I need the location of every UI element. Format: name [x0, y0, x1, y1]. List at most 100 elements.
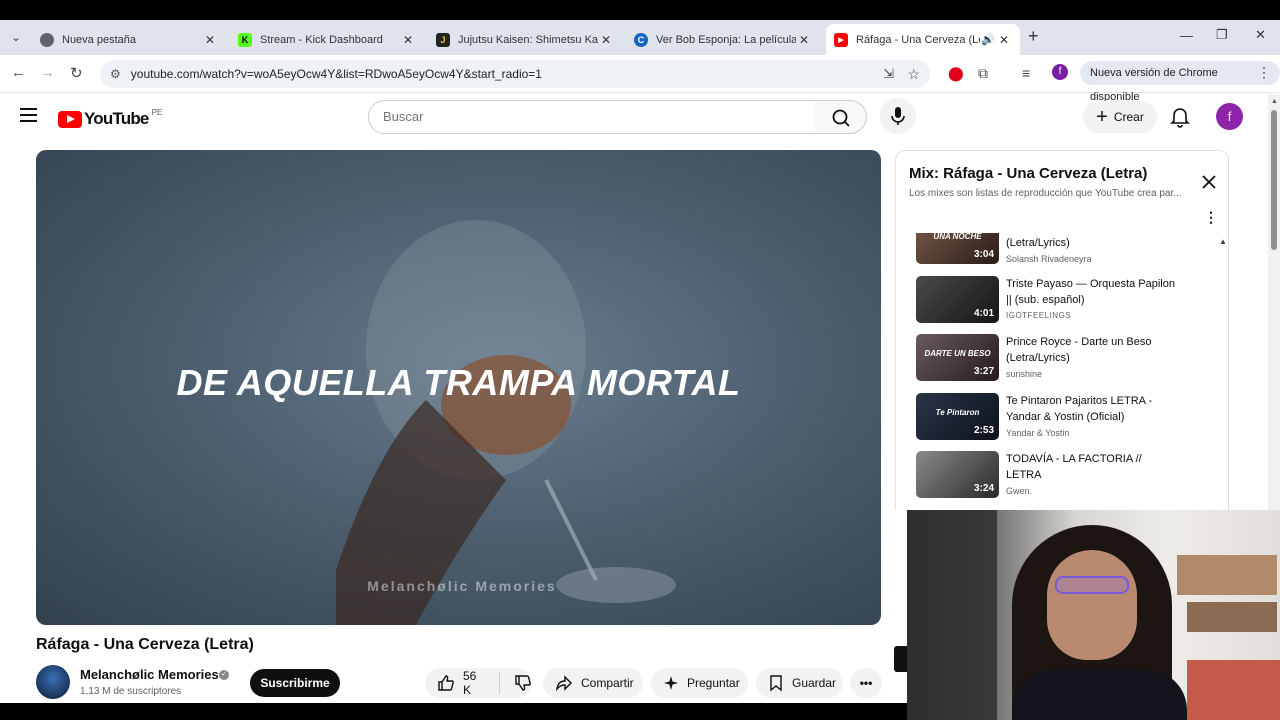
- tab-title: Jujutsu Kaisen: Shimetsu Kaiyuu: [458, 33, 598, 46]
- extensions-puzzle-icon[interactable]: ⧉: [978, 65, 988, 82]
- playlist-item[interactable]: Te Pintaron 2:53 Te Pintaron Pajaritos L…: [916, 393, 1216, 443]
- screen-bottom-bar: [0, 703, 907, 720]
- scrollbar-thumb[interactable]: [1271, 110, 1277, 250]
- mix-playlist-panel: Mix: Ráfaga - Una Cerveza (Letra) Los mi…: [895, 150, 1229, 510]
- scroll-up-icon[interactable]: ▲: [1271, 98, 1278, 105]
- subscribe-button[interactable]: Suscribirme: [250, 669, 340, 697]
- overlay-edge: [894, 646, 907, 672]
- video-title[interactable]: (Letra/Lyrics): [1006, 235, 1176, 251]
- webcam-bookshelf: [1177, 555, 1277, 595]
- like-button[interactable]: 56 K: [425, 668, 532, 698]
- playlist-more-icon[interactable]: ⋮: [1204, 209, 1218, 226]
- save-label: Guardar: [792, 676, 837, 690]
- webcam-bed: [1187, 660, 1280, 720]
- close-playlist-icon[interactable]: [1198, 171, 1220, 198]
- video-thumbnail[interactable]: Te Pintaron 2:53: [916, 393, 999, 440]
- playlist-item[interactable]: 3:24 TODAVÍA - LA FACTORIA // LETRA Gwen…: [916, 451, 1216, 501]
- install-app-icon[interactable]: ⇲: [883, 66, 894, 82]
- more-actions-button[interactable]: •••: [850, 668, 882, 698]
- video-duration: 2:53: [973, 425, 994, 436]
- tab-title: Ver Bob Esponja: La película Or: [656, 33, 796, 46]
- video-artist: sunshine: [1006, 369, 1043, 379]
- browser-profile-avatar[interactable]: f: [1052, 64, 1068, 80]
- tab-close-icon[interactable]: ✕: [202, 33, 218, 47]
- more-horizontal-icon: •••: [859, 676, 873, 690]
- account-avatar[interactable]: f: [1216, 103, 1243, 130]
- channel-avatar[interactable]: [36, 665, 70, 699]
- bookmark-star-icon[interactable]: ☆: [907, 66, 920, 83]
- video-title[interactable]: Te Pintaron Pajaritos LETRA - Yandar & Y…: [1006, 393, 1176, 425]
- search-input[interactable]: Buscar: [368, 100, 816, 134]
- site-favicon-icon: J: [436, 32, 450, 47]
- video-thumbnail[interactable]: UNA NOCHE 3:04: [916, 233, 999, 264]
- reload-icon[interactable]: ↻: [70, 64, 83, 82]
- create-button[interactable]: + Crear: [1083, 101, 1157, 133]
- webcam-person-shirt: [1012, 670, 1187, 720]
- video-duration: 3:24: [973, 483, 994, 494]
- search-button[interactable]: [815, 100, 867, 134]
- youtube-play-icon: [58, 110, 82, 128]
- tab-jujutsu-kaisen[interactable]: J Jujutsu Kaisen: Shimetsu Kaiyuu ✕: [428, 24, 622, 55]
- video-artist: Yandar & Yostin: [1006, 428, 1070, 438]
- menu-hamburger-icon[interactable]: [20, 108, 37, 122]
- channel-name[interactable]: Melanchølic Memories: [80, 667, 219, 682]
- video-title[interactable]: Prince Royce - Darte un Beso (Letra/Lyri…: [1006, 334, 1176, 366]
- ask-button[interactable]: Preguntar: [651, 668, 748, 698]
- new-tab-plus-icon[interactable]: +: [1028, 26, 1039, 47]
- address-bar[interactable]: ⚙ youtube.com/watch?v=woA5eyOcw4Y&list=R…: [100, 60, 930, 88]
- plus-icon: +: [1096, 106, 1108, 128]
- forward-arrow-icon[interactable]: →: [40, 64, 55, 81]
- voice-search-button[interactable]: [880, 98, 916, 134]
- chrome-icon: [40, 32, 54, 47]
- thumbs-up-icon: [438, 675, 454, 691]
- tab-close-icon[interactable]: ✕: [598, 33, 614, 47]
- thumbs-down-icon[interactable]: [514, 674, 532, 692]
- site-favicon-icon: C: [634, 32, 648, 47]
- country-code: PE: [151, 107, 163, 117]
- restore-icon[interactable]: ❐: [1216, 27, 1228, 43]
- share-arrow-icon: [555, 675, 572, 692]
- tab-youtube-active[interactable]: ▶ Ráfaga - Una Cerveza (Letra) 🔊 ✕: [826, 24, 1020, 55]
- playlist-items: UNA NOCHE 3:04 (Letra/Lyrics) Solansh Ri…: [896, 233, 1228, 510]
- tab-bob-esponja[interactable]: C Ver Bob Esponja: La película Or ✕: [626, 24, 820, 55]
- video-watermark: Melanchølic Memories: [367, 578, 557, 594]
- like-count: 56 K: [463, 669, 477, 697]
- screen-top-bar: [0, 0, 1280, 20]
- media-controls-icon[interactable]: ≡: [1022, 65, 1030, 81]
- playlist-item[interactable]: DARTE UN BESO 3:27 Prince Royce - Darte …: [916, 334, 1216, 384]
- tab-audio-icon[interactable]: 🔊: [980, 33, 996, 46]
- tab-close-icon[interactable]: ✕: [400, 33, 416, 47]
- playlist-item[interactable]: 4:01 Triste Payaso — Orquesta Papilon ||…: [916, 276, 1216, 326]
- bookmark-icon: [770, 675, 782, 692]
- youtube-logo[interactable]: YouTube PE: [58, 107, 163, 129]
- share-button[interactable]: Compartir: [543, 668, 643, 698]
- save-button[interactable]: Guardar: [756, 668, 843, 698]
- tab-title: Ráfaga - Una Cerveza (Letra): [856, 33, 980, 46]
- notifications-bell-icon[interactable]: [1170, 106, 1190, 133]
- thumbnail-text: Te Pintaron: [935, 408, 980, 417]
- video-thumbnail[interactable]: DARTE UN BESO 3:27: [916, 334, 999, 381]
- tab-kick-dashboard[interactable]: K Stream - Kick Dashboard ✕: [230, 24, 424, 55]
- tab-close-icon[interactable]: ✕: [796, 33, 812, 47]
- video-thumbnail[interactable]: 3:24: [916, 451, 999, 498]
- window-close-icon[interactable]: ✕: [1255, 27, 1266, 43]
- video-title[interactable]: TODAVÍA - LA FACTORIA // LETRA: [1006, 451, 1176, 483]
- video-artist: Gwen.: [1006, 486, 1033, 496]
- video-thumbnail[interactable]: 4:01: [916, 276, 999, 323]
- tab-new-tab[interactable]: Nueva pestaña ✕: [32, 24, 226, 55]
- browser-menu-icon[interactable]: ⋮: [1257, 64, 1271, 81]
- opera-extension-icon[interactable]: ⬤: [948, 65, 964, 82]
- tab-search-chevron-icon[interactable]: ⌄: [6, 28, 26, 48]
- video-title[interactable]: Triste Payaso — Orquesta Papilon || (sub…: [1006, 276, 1176, 308]
- share-label: Compartir: [581, 676, 634, 690]
- webcam-shelf: [1187, 602, 1277, 632]
- back-arrow-icon[interactable]: ←: [11, 64, 26, 81]
- tab-close-icon[interactable]: ✕: [996, 33, 1012, 47]
- subscriber-count: 1,13 M de suscriptores: [80, 686, 182, 697]
- site-info-icon[interactable]: ⚙: [110, 67, 121, 81]
- chrome-update-button[interactable]: Nueva versión de Chrome disponible: [1080, 61, 1280, 103]
- ask-label: Preguntar: [687, 676, 740, 690]
- video-title: Ráfaga - Una Cerveza (Letra): [36, 636, 254, 653]
- video-player[interactable]: DE AQUELLA TRAMPA MORTAL Melanchølic Mem…: [36, 150, 881, 625]
- minimize-icon[interactable]: —: [1180, 28, 1193, 43]
